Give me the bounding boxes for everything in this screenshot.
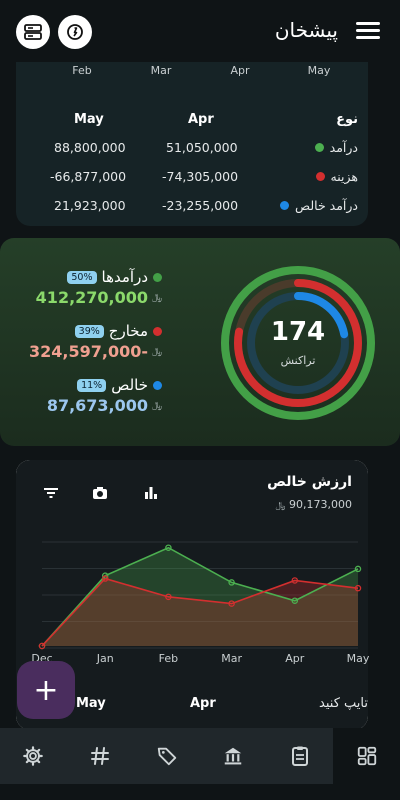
nav-settings[interactable] [0, 728, 67, 784]
table-row[interactable]: 88,800,000 51,050,000 درآمد [16, 140, 368, 158]
legend-label: خالص [111, 376, 148, 394]
bank-icon [225, 747, 242, 765]
month-label: Feb [72, 64, 92, 77]
plus-icon: + [33, 672, 59, 708]
system-bar [0, 784, 400, 800]
x-tick-label: Apr [285, 652, 305, 665]
month-label: May [307, 64, 331, 77]
storage-button[interactable] [16, 15, 50, 49]
dashboard-icon [357, 746, 376, 766]
nav-bank[interactable] [200, 728, 267, 784]
net-dot-icon [280, 201, 290, 210]
hashtag-icon [91, 747, 109, 765]
row-label: درآمد [314, 140, 358, 155]
x-tick-label: Feb [158, 652, 179, 665]
legend-value: 87,673,000 [46, 396, 149, 415]
percent-badge: 11% [77, 378, 107, 392]
income-dot-icon [314, 143, 324, 152]
table-header-row: May Apr نوع [16, 112, 368, 130]
cell-may: 88,800,000 [54, 140, 126, 155]
table-row[interactable]: -66,877,000 -74,305,000 هزینه [16, 169, 368, 187]
legend-value: -324,597,000 [29, 342, 149, 361]
timer-button[interactable] [58, 15, 92, 49]
gear-icon [23, 746, 44, 766]
row-label: هزینه [315, 169, 358, 184]
x-tick-label: Jan [96, 652, 114, 665]
cell-may: -66,877,000 [50, 169, 127, 184]
nav-dashboard[interactable] [333, 728, 400, 784]
transactions-donut[interactable]: 174 تراکنش [218, 263, 378, 427]
cell-apr: 51,050,000 [166, 140, 238, 155]
cell-apr: -74,305,000 [162, 169, 239, 184]
bottom-nav [0, 728, 400, 784]
clipboard-icon [292, 746, 309, 766]
percent-badge: 50% [67, 270, 97, 284]
monthly-summary-card: Feb Mar Apr May May Apr نوع 88,800,000 5… [16, 40, 368, 226]
percent-badge: 39% [74, 324, 104, 338]
col-header-type: نوع [336, 112, 358, 127]
col-header-may: May [76, 696, 106, 711]
currency-icon: ﷼ [152, 346, 162, 357]
nav-tags[interactable] [67, 728, 134, 784]
nav-reports[interactable] [267, 728, 334, 784]
top-bar: پیشخان [0, 0, 400, 62]
timer-icon [67, 24, 83, 40]
legend-income: درآمدها 50% ﷼ 412,270,000 [36, 268, 162, 307]
income-dot-icon [153, 272, 162, 282]
col-header-apr: Apr [190, 696, 216, 711]
net-worth-chart[interactable] [16, 460, 368, 660]
currency-icon: ﷼ [152, 400, 162, 411]
month-label: Apr [230, 64, 250, 77]
legend-label: مخارج [108, 322, 148, 340]
page-title: پیشخان [274, 18, 338, 42]
legend-net: خالص 11% ﷼ 87,673,000 [47, 376, 162, 415]
col-header-type: تایپ کنید [319, 696, 368, 711]
label-icon [157, 747, 176, 766]
x-tick-label: May [346, 652, 370, 665]
legend-expense: مخارج 39% ﷼ -324,597,000 [29, 322, 162, 361]
expense-dot-icon [153, 326, 162, 336]
transaction-count: 174 [271, 317, 325, 347]
expense-dot-icon [315, 172, 325, 181]
row-label: درآمد خالص [280, 198, 358, 213]
legend-label: درآمدها [101, 268, 148, 286]
table-row[interactable]: 21,923,000 -23,255,000 درآمد خالص [16, 198, 368, 216]
net-dot-icon [153, 380, 162, 390]
transaction-count-label: تراکنش [281, 354, 316, 367]
cell-may: 21,923,000 [54, 198, 126, 213]
currency-icon: ﷼ [152, 292, 162, 303]
legend-value: 412,270,000 [35, 288, 149, 307]
storage-icon [24, 24, 42, 40]
col-header-may: May [74, 112, 104, 127]
col-header-apr: Apr [188, 112, 214, 127]
cell-apr: -23,255,000 [162, 198, 239, 213]
nav-labels[interactable] [133, 728, 200, 784]
menu-icon[interactable] [356, 22, 380, 40]
x-tick-label: Mar [221, 652, 242, 665]
transaction-summary-card[interactable]: درآمدها 50% ﷼ 412,270,000 مخارج 39% ﷼ -324,5… [0, 238, 400, 446]
month-label: Mar [150, 64, 172, 77]
add-transaction-button[interactable]: + [17, 661, 75, 719]
month-axis: Feb Mar Apr May [16, 64, 368, 80]
